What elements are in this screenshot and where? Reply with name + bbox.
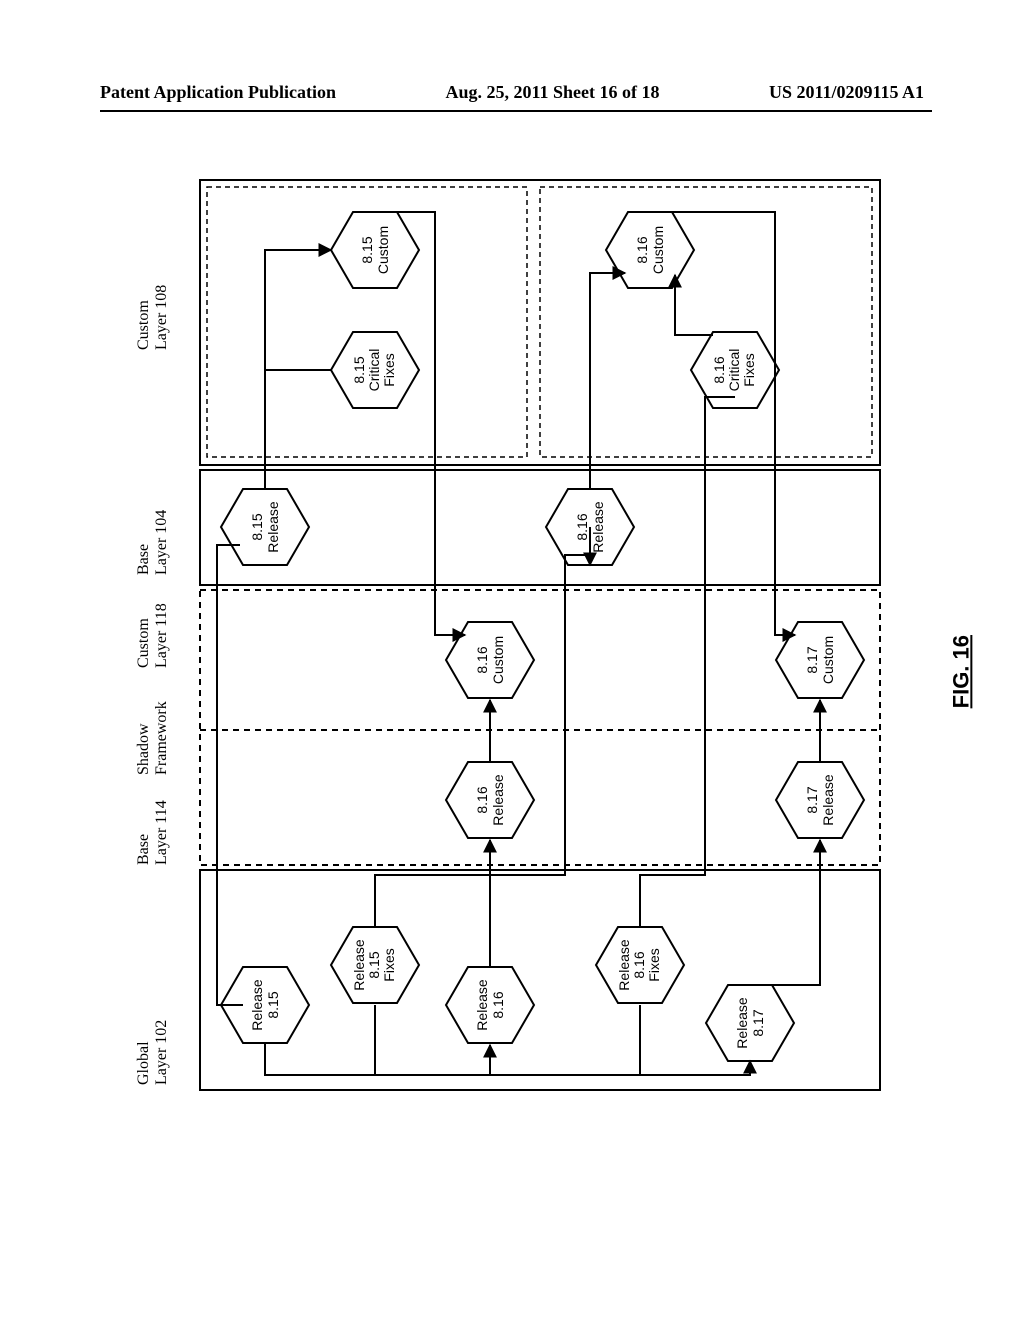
layer-label-custom: Custom Layer 108 bbox=[135, 285, 172, 350]
svg-text:8.15: 8.15 bbox=[359, 236, 375, 263]
svg-text:Fixes: Fixes bbox=[381, 353, 397, 386]
node-release-815-fixes: Release 8.15 Fixes bbox=[331, 927, 419, 1003]
svg-text:8.16: 8.16 bbox=[490, 991, 506, 1018]
node-custom-815-critical-fixes: 8.15 Critical Fixes bbox=[331, 332, 419, 408]
svg-text:8.15: 8.15 bbox=[265, 991, 281, 1018]
node-release-816: Release 8.16 bbox=[446, 967, 534, 1043]
svg-text:8.16: 8.16 bbox=[711, 356, 727, 383]
svg-text:8.15: 8.15 bbox=[366, 951, 382, 978]
header-center: Aug. 25, 2011 Sheet 16 of 18 bbox=[445, 82, 659, 103]
svg-text:8.17: 8.17 bbox=[804, 786, 820, 813]
svg-text:8.16: 8.16 bbox=[574, 513, 590, 540]
svg-text:Critical: Critical bbox=[366, 349, 382, 392]
svg-text:8.16: 8.16 bbox=[631, 951, 647, 978]
svg-text:Custom: Custom bbox=[650, 226, 666, 274]
svg-text:Release: Release bbox=[734, 997, 750, 1049]
svg-text:8.17: 8.17 bbox=[804, 646, 820, 673]
layer-label-shadow-framework: Shadow Framework bbox=[135, 701, 172, 775]
svg-text:8.15: 8.15 bbox=[351, 356, 367, 383]
layer-label-base-shadow: Base Layer 114 bbox=[135, 800, 172, 865]
figure-16: Global Layer 102 Base Layer 114 Shadow F… bbox=[130, 175, 900, 1115]
layer-label-base: Base Layer 104 bbox=[135, 510, 172, 575]
svg-text:Fixes: Fixes bbox=[381, 948, 397, 981]
svg-text:Release: Release bbox=[351, 939, 367, 991]
node-release-817: Release 8.17 bbox=[706, 985, 794, 1061]
node-custom-816-custom: 8.16 Custom bbox=[606, 212, 694, 288]
page-header: Patent Application Publication Aug. 25, … bbox=[0, 82, 1024, 109]
node-release-816-fixes: Release 8.16 Fixes bbox=[596, 927, 684, 1003]
svg-text:Release: Release bbox=[474, 979, 490, 1031]
svg-text:Fixes: Fixes bbox=[741, 353, 757, 386]
svg-text:Critical: Critical bbox=[726, 349, 742, 392]
svg-text:8.16: 8.16 bbox=[474, 646, 490, 673]
node-shadow-817-release: 8.17 Release bbox=[776, 762, 864, 838]
svg-text:Release: Release bbox=[249, 979, 265, 1031]
svg-text:8.16: 8.16 bbox=[634, 236, 650, 263]
svg-text:8.17: 8.17 bbox=[750, 1009, 766, 1036]
header-left: Patent Application Publication bbox=[100, 82, 336, 103]
svg-text:Release: Release bbox=[820, 774, 836, 826]
svg-text:Release: Release bbox=[265, 501, 281, 553]
layer-label-global: Global Layer 102 bbox=[135, 1020, 172, 1085]
svg-text:8.15: 8.15 bbox=[249, 513, 265, 540]
figure-caption: FIG. 16 bbox=[948, 635, 974, 708]
svg-text:Release: Release bbox=[490, 774, 506, 826]
svg-text:Release: Release bbox=[590, 501, 606, 553]
node-shadow-816-release: 8.16 Release bbox=[446, 762, 534, 838]
diagram-svg: Release 8.15 Release 8.15 Fixes Release … bbox=[195, 175, 885, 1095]
svg-text:Custom: Custom bbox=[820, 636, 836, 684]
node-shadow-817-custom: 8.17 Custom bbox=[776, 622, 864, 698]
node-custom-815-custom: 8.15 Custom bbox=[331, 212, 419, 288]
layer-label-custom-shadow: Custom Layer 118 bbox=[135, 603, 172, 668]
svg-text:Fixes: Fixes bbox=[646, 948, 662, 981]
svg-text:Custom: Custom bbox=[375, 226, 391, 274]
node-shadow-816-custom: 8.16 Custom bbox=[446, 622, 534, 698]
svg-text:8.16: 8.16 bbox=[474, 786, 490, 813]
svg-text:Custom: Custom bbox=[490, 636, 506, 684]
svg-text:Release: Release bbox=[616, 939, 632, 991]
header-rule bbox=[100, 110, 932, 112]
node-base-815-release: 8.15 Release bbox=[221, 489, 309, 565]
header-right: US 2011/0209115 A1 bbox=[769, 82, 924, 103]
